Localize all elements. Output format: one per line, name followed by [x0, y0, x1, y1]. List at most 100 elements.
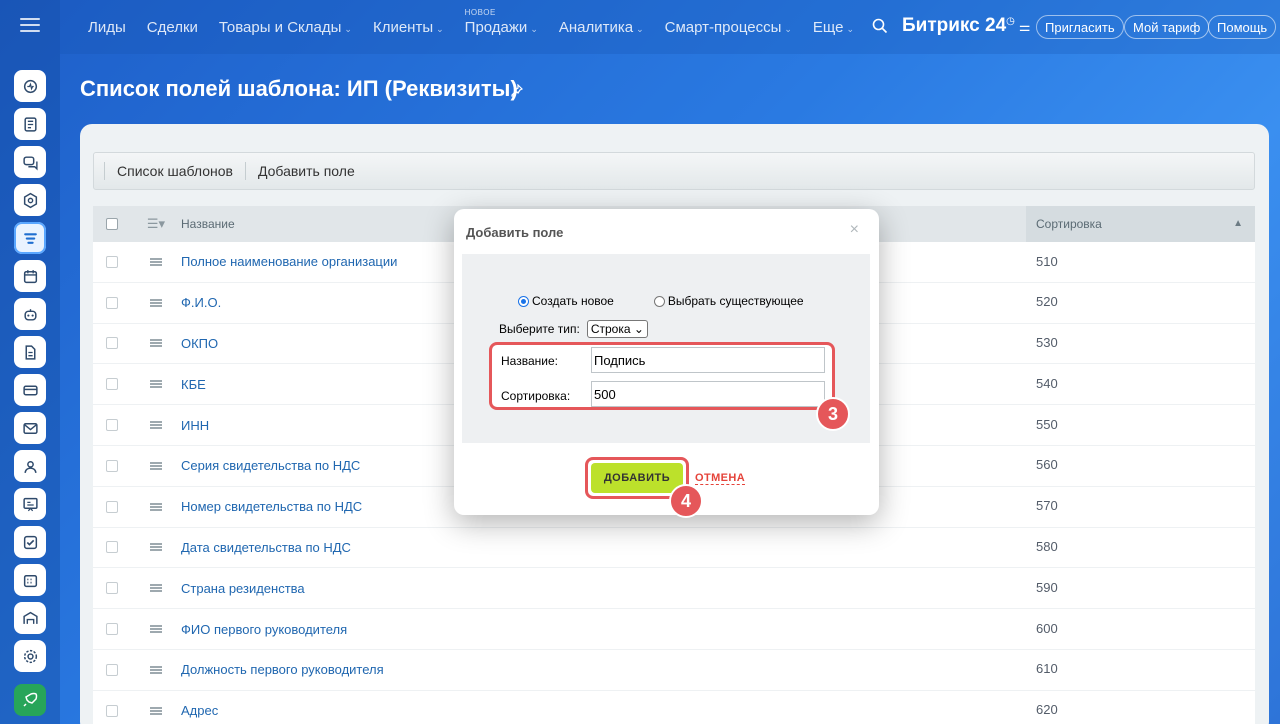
cancel-link[interactable]: ОТМЕНА	[695, 472, 746, 485]
row-menu-icon[interactable]	[150, 584, 162, 593]
sort-input[interactable]: 500	[591, 381, 825, 407]
row-menu-icon[interactable]	[150, 706, 162, 715]
nav-item-label: Продажи	[464, 19, 528, 36]
field-sort-value: 620	[1036, 702, 1058, 718]
chevron-down-icon: ⌄	[846, 24, 854, 34]
row-checkbox[interactable]	[106, 663, 118, 676]
nav-item[interactable]: Аналитика ⌄	[559, 19, 644, 36]
nav-item[interactable]: Лиды	[88, 19, 126, 36]
mail-icon[interactable]	[14, 412, 46, 444]
row-menu-icon[interactable]	[150, 298, 162, 307]
row-checkbox[interactable]	[106, 582, 118, 595]
rocket-icon[interactable]	[14, 684, 46, 716]
nav-item[interactable]: Смарт-процессы ⌄	[665, 19, 792, 36]
card-icon[interactable]	[14, 374, 46, 406]
radio-create-new[interactable]: Создать новое	[518, 294, 614, 308]
help-button[interactable]: Помощь	[1208, 15, 1277, 39]
row-checkbox[interactable]	[106, 378, 118, 391]
table-row[interactable]: Должность первого руководителя 610	[93, 649, 1255, 691]
table-row[interactable]: Страна резиденства 590	[93, 568, 1255, 610]
schedule-icon[interactable]	[14, 564, 46, 596]
pin-icon[interactable]	[510, 83, 524, 100]
nav-item-label: Еще	[812, 19, 844, 36]
chat-icon[interactable]	[14, 146, 46, 178]
sliders-icon[interactable]: ⚌	[1019, 19, 1031, 34]
field-sort-value: 530	[1036, 335, 1058, 351]
row-checkbox[interactable]	[106, 255, 118, 268]
table-row[interactable]: ФИО первого руководителя 600	[93, 609, 1255, 650]
header-sort[interactable]: Сортировка ▲	[1026, 206, 1255, 242]
document-icon[interactable]	[14, 336, 46, 368]
radio-dot[interactable]	[653, 295, 665, 307]
type-label: Выберите тип:	[499, 322, 580, 336]
row-menu-icon[interactable]	[150, 665, 162, 674]
crm-icon[interactable]	[14, 222, 46, 254]
nav-item[interactable]: Клиенты ⌄	[373, 19, 444, 36]
menu-icon[interactable]	[20, 18, 40, 34]
field-name-link[interactable]: ФИО первого руководителя	[181, 622, 1026, 637]
activity-icon[interactable]	[14, 70, 46, 102]
my-plan-button[interactable]: Мой тариф	[1124, 15, 1210, 39]
row-checkbox[interactable]	[106, 296, 118, 309]
row-checkbox[interactable]	[106, 459, 118, 472]
calendar-icon[interactable]	[14, 260, 46, 292]
row-checkbox[interactable]	[106, 541, 118, 554]
nav-item-label: Смарт-процессы	[664, 19, 782, 36]
presentation-icon[interactable]	[14, 488, 46, 520]
feed-icon[interactable]	[14, 108, 46, 140]
search-icon[interactable]	[872, 18, 888, 39]
tasks-icon[interactable]	[14, 526, 46, 558]
hexagon-icon[interactable]	[14, 184, 46, 216]
table-row[interactable]: Дата свидетельства по НДС 580	[93, 527, 1255, 569]
warehouse-icon[interactable]	[14, 602, 46, 634]
brand-name: Битрикс 24	[902, 15, 1007, 36]
dialog-title: Добавить поле	[466, 225, 564, 240]
robot-icon[interactable]	[14, 298, 46, 330]
field-name-link[interactable]: Дата свидетельства по НДС	[181, 540, 1026, 555]
radio-dot-selected[interactable]	[518, 295, 529, 307]
field-name-link[interactable]: Должность первого руководителя	[181, 662, 1026, 677]
chevron-down-icon: ⌄	[344, 24, 352, 34]
column-settings-icon[interactable]: ☰▾	[131, 216, 181, 232]
row-menu-icon[interactable]	[150, 543, 162, 552]
row-menu-icon[interactable]	[150, 339, 162, 348]
radio-select-existing[interactable]: Выбрать существующее	[653, 294, 804, 308]
table-row[interactable]: Адрес 620	[93, 690, 1255, 724]
row-checkbox[interactable]	[106, 337, 118, 350]
dialog-body: Создать новое Выбрать существующее Выбер…	[462, 254, 870, 443]
settings-icon[interactable]	[14, 640, 46, 672]
nav-item[interactable]: Сделки	[147, 19, 198, 36]
add-field-button[interactable]: Добавить поле	[244, 162, 367, 180]
row-menu-icon[interactable]	[150, 380, 162, 389]
select-all-checkbox[interactable]	[106, 218, 118, 230]
field-name-link[interactable]: Страна резиденства	[181, 581, 1026, 596]
close-icon[interactable]: ×	[850, 221, 859, 239]
row-menu-icon[interactable]	[150, 421, 162, 430]
row-checkbox[interactable]	[106, 704, 118, 717]
brand-logo[interactable]: Битрикс 24◷ ⚌	[902, 15, 1031, 37]
type-select[interactable]: Строка ⌄	[586, 320, 648, 338]
row-menu-icon[interactable]	[150, 461, 162, 470]
nav-item[interactable]: Товары и Склады ⌄	[219, 19, 352, 36]
radio-select-existing-label: Выбрать существующее	[667, 294, 804, 308]
nav-item[interactable]: Еще ⌄	[813, 19, 854, 36]
name-input[interactable]: Подпись	[591, 347, 825, 373]
add-button[interactable]: ДОБАВИТЬ	[591, 463, 683, 493]
nav-item-label: Клиенты	[372, 19, 434, 36]
invite-button[interactable]: Пригласить	[1036, 15, 1124, 39]
row-menu-icon[interactable]	[150, 257, 162, 266]
nav-item[interactable]: НОВОЕ Продажи ⌄	[464, 8, 538, 36]
name-label: Название:	[501, 354, 558, 368]
row-checkbox[interactable]	[106, 500, 118, 513]
field-name-link[interactable]: Адрес	[181, 703, 1026, 718]
contacts-icon[interactable]	[14, 450, 46, 482]
nav-item-label: Сделки	[146, 19, 198, 36]
row-checkbox[interactable]	[106, 623, 118, 636]
row-menu-icon[interactable]	[150, 502, 162, 511]
row-menu-icon[interactable]	[150, 625, 162, 634]
page-title: Список полей шаблона: ИП (Реквизиты)	[80, 76, 518, 101]
sort-label: Сортировка:	[501, 389, 571, 403]
row-checkbox[interactable]	[106, 419, 118, 432]
templates-list-button[interactable]: Список шаблонов	[104, 162, 245, 180]
nav-items: Лиды Сделки Товары и Склады ⌄ Клиенты ⌄ НОВОЕ П…	[88, 8, 875, 36]
